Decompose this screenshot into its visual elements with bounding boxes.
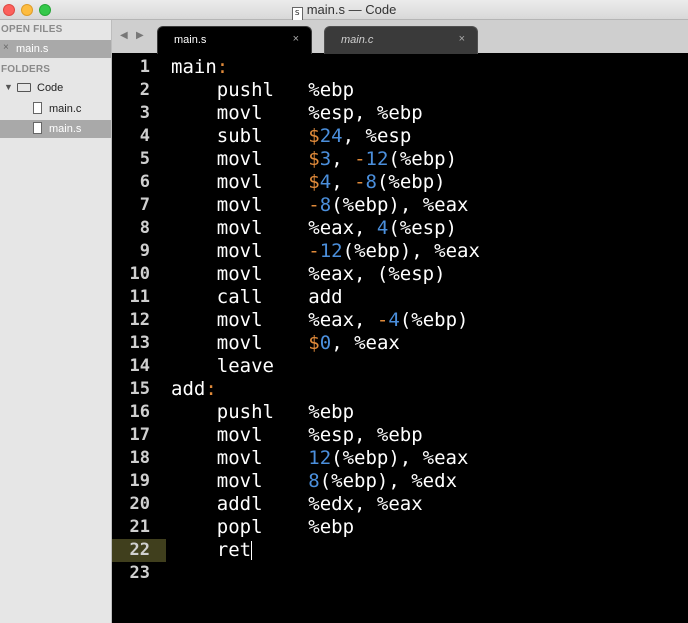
code-line[interactable]: 8 movl %eax, 4(%esp): [112, 217, 688, 240]
code-line[interactable]: 20 addl %edx, %eax: [112, 493, 688, 516]
code-text: movl %eax, (%esp): [171, 263, 446, 285]
file-label: main.s: [49, 123, 82, 135]
line-number: 20: [129, 494, 150, 514]
folders-header: FOLDERS: [1, 64, 51, 75]
code-line[interactable]: 4 subl $24, %esp: [112, 125, 688, 148]
title-bar: s main.s — Code: [0, 0, 688, 21]
line-number: 15: [129, 379, 150, 399]
file-item-main-c[interactable]: main.c: [0, 100, 111, 118]
code-text: movl -12(%ebp), %eax: [171, 240, 480, 262]
line-number: 19: [129, 471, 150, 491]
code-text: movl %esp, %ebp: [171, 102, 423, 124]
code-text: movl %eax, -4(%ebp): [171, 309, 469, 331]
code-text: addl %edx, %eax: [171, 493, 423, 515]
line-number: 4: [139, 126, 150, 146]
code-line[interactable]: 10 movl %eax, (%esp): [112, 263, 688, 286]
folder-item-code[interactable]: ▼ Code: [0, 79, 111, 97]
line-number: 16: [129, 402, 150, 422]
folder-label: Code: [37, 82, 64, 94]
code-text: movl %esp, %ebp: [171, 424, 423, 446]
code-text: movl -8(%ebp), %eax: [171, 194, 469, 216]
code-line[interactable]: 9 movl -12(%ebp), %eax: [112, 240, 688, 263]
code-text: leave: [171, 355, 274, 377]
window-title-text: main.s — Code: [306, 2, 397, 17]
code-text: movl $4, -8(%ebp): [171, 171, 446, 193]
code-line[interactable]: 15 add:: [112, 378, 688, 401]
code-line[interactable]: 11 call add: [112, 286, 688, 309]
line-number: 23: [129, 563, 150, 583]
line-number: 12: [129, 310, 150, 330]
close-icon[interactable]: ×: [459, 33, 465, 45]
line-number: 3: [139, 103, 150, 123]
code-text: movl $3, -12(%ebp): [171, 148, 458, 170]
code-line[interactable]: 21 popl %ebp: [112, 516, 688, 539]
tab-main-c[interactable]: main.c ×: [324, 26, 478, 54]
line-number: 7: [139, 195, 150, 215]
code-line[interactable]: 2 pushl %ebp: [112, 79, 688, 102]
code-text: popl %ebp: [171, 516, 355, 538]
tab-bar: ◀ ▶ main.s × main.c ×: [112, 20, 688, 54]
code-line[interactable]: 19 movl 8(%ebp), %edx: [112, 470, 688, 493]
code-text: ret: [171, 539, 253, 561]
file-item-main-s[interactable]: main.s: [0, 120, 111, 138]
line-number: 17: [129, 425, 150, 445]
line-number: 2: [139, 80, 150, 100]
code-text: add:: [171, 378, 217, 400]
code-text: movl 12(%ebp), %eax: [171, 447, 469, 469]
open-file-label: main.s: [16, 43, 49, 55]
line-number: 1: [139, 57, 150, 77]
open-file-item-main-s[interactable]: × main.s: [0, 40, 111, 58]
code-text: subl $24, %esp: [171, 125, 412, 147]
code-line[interactable]: 6 movl $4, -8(%ebp): [112, 171, 688, 194]
sidebar: OPEN FILES × main.s FOLDERS ▼ Code main.…: [0, 20, 112, 623]
code-line[interactable]: 18 movl 12(%ebp), %eax: [112, 447, 688, 470]
line-number: 14: [129, 356, 150, 376]
code-line[interactable]: 1 main:: [112, 56, 688, 79]
close-icon[interactable]: ×: [293, 33, 299, 45]
line-number: 13: [129, 333, 150, 353]
tab-label: main.c: [341, 34, 374, 46]
code-line[interactable]: 13 movl $0, %eax: [112, 332, 688, 355]
document-icon: s: [291, 7, 303, 21]
code-text: pushl %ebp: [171, 401, 355, 423]
folder-icon: [17, 83, 31, 92]
code-line[interactable]: 12 movl %eax, -4(%ebp): [112, 309, 688, 332]
code-line[interactable]: 23: [112, 562, 688, 585]
code-text: main:: [171, 56, 229, 78]
tab-nav-right-icon[interactable]: ▶: [136, 30, 144, 41]
code-text: movl %eax, 4(%esp): [171, 217, 457, 239]
tab-label: main.s: [174, 34, 207, 46]
line-number: 22: [129, 540, 150, 560]
code-text: call add: [171, 286, 343, 308]
code-line[interactable]: 16 pushl %ebp: [112, 401, 688, 424]
line-number: 21: [129, 517, 150, 537]
close-icon[interactable]: ×: [3, 42, 9, 53]
line-number: 5: [139, 149, 150, 169]
code-text: pushl %ebp: [171, 79, 355, 101]
code-text: movl $0, %eax: [171, 332, 400, 354]
tab-main-s[interactable]: main.s ×: [157, 26, 312, 54]
file-label: main.c: [49, 103, 82, 115]
text-cursor: [251, 541, 253, 560]
code-line[interactable]: 22 ret: [112, 539, 688, 562]
code-line[interactable]: 17 movl %esp, %ebp: [112, 424, 688, 447]
file-icon: [33, 122, 42, 134]
line-number: 11: [129, 287, 150, 307]
tab-nav-left-icon[interactable]: ◀: [120, 30, 128, 41]
line-number: 9: [139, 241, 150, 261]
code-text: movl 8(%ebp), %edx: [171, 470, 458, 492]
code-line[interactable]: 3 movl %esp, %ebp: [112, 102, 688, 125]
code-line[interactable]: 7 movl -8(%ebp), %eax: [112, 194, 688, 217]
code-line[interactable]: 14 leave: [112, 355, 688, 378]
open-files-header: OPEN FILES: [1, 24, 63, 35]
line-number: 6: [139, 172, 150, 192]
code-editor[interactable]: 1 main: 2 pushl %ebp 3 movl %esp, %ebp 4 sub…: [112, 54, 688, 623]
file-icon: [33, 102, 42, 114]
line-number: 8: [139, 218, 150, 238]
code-line[interactable]: 5 movl $3, -12(%ebp): [112, 148, 688, 171]
line-number: 18: [129, 448, 150, 468]
line-number: 10: [129, 264, 150, 284]
disclosure-triangle-icon[interactable]: ▼: [4, 82, 13, 92]
window-title: s main.s — Code: [0, 2, 688, 21]
